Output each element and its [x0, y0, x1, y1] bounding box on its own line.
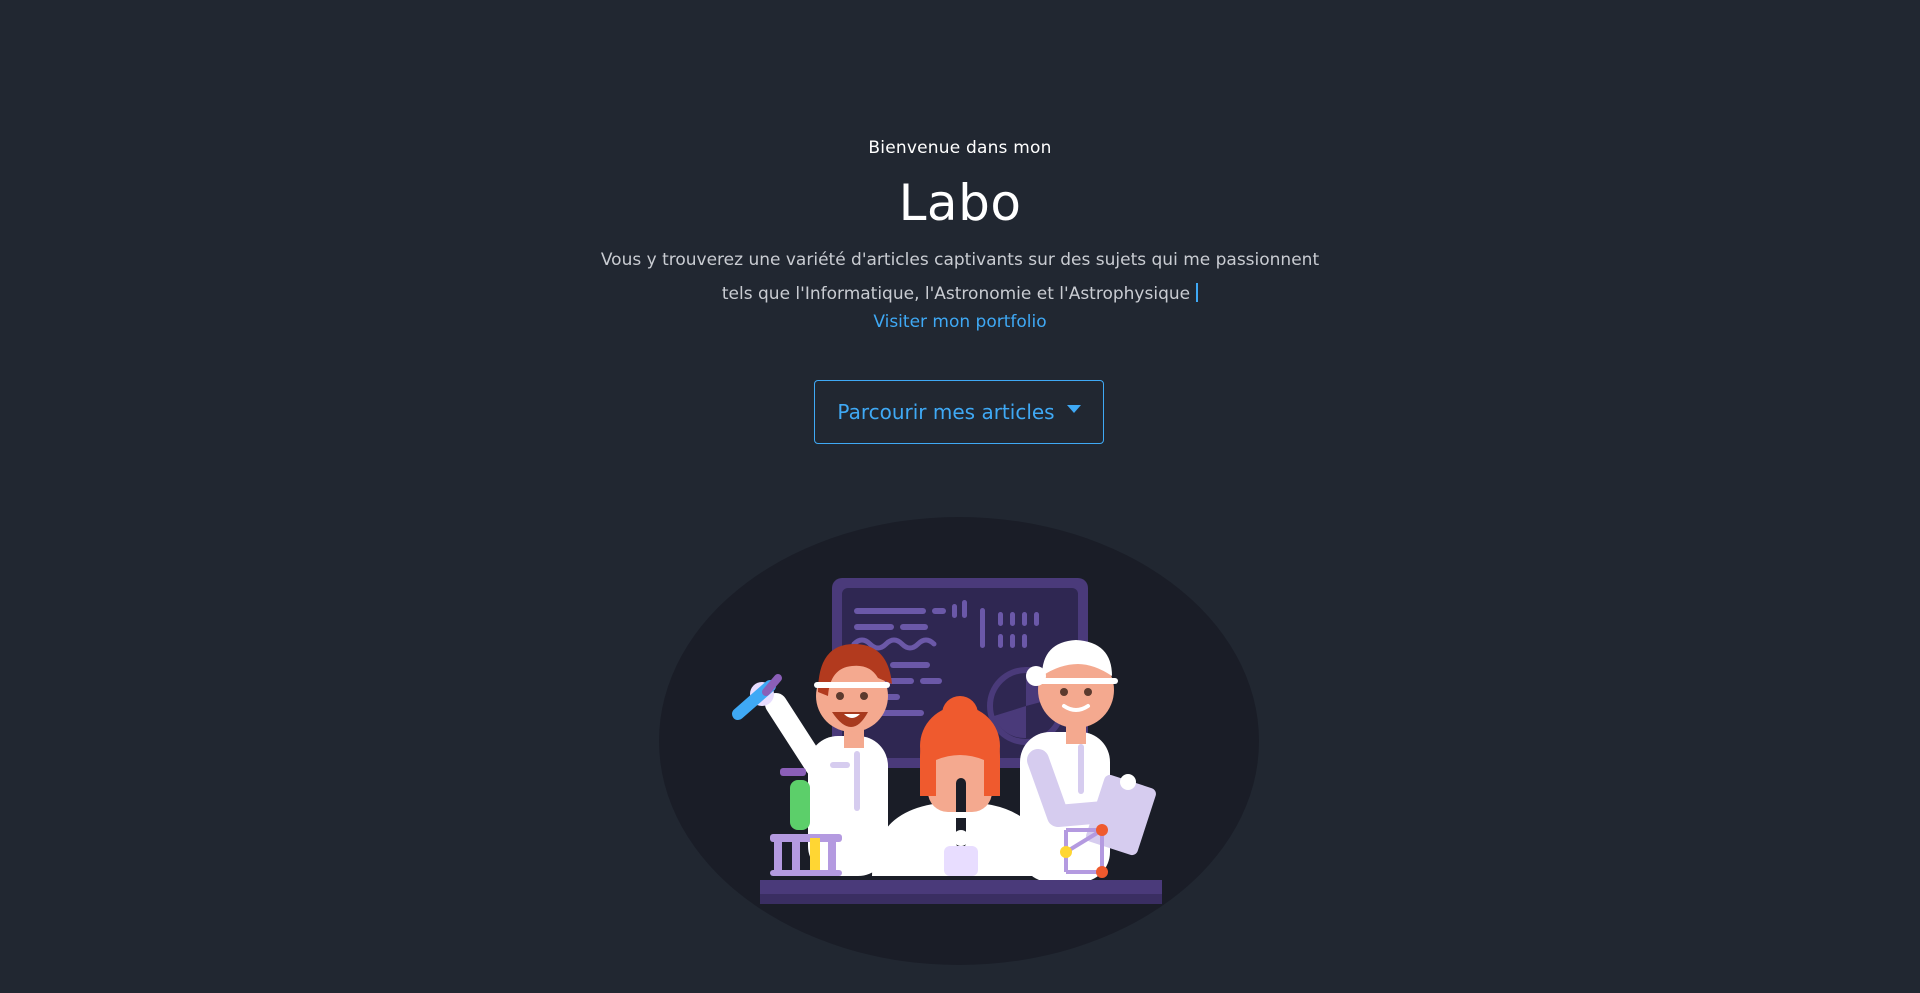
lab-illustration [659, 517, 1259, 965]
lab-table-edge [760, 894, 1162, 904]
description-line-2-text: tels que l'Informatique, l'Astronomie et… [721, 284, 1191, 304]
page-title: Labo [898, 174, 1022, 232]
browse-articles-button[interactable]: Parcourir mes articles [814, 380, 1104, 444]
caret-down-icon [1066, 405, 1081, 413]
description-line-2: tels que l'Informatique, l'Astronomie et… [0, 283, 1920, 304]
description-line-1: Vous y trouverez une variété d'articles … [600, 250, 1320, 270]
portfolio-link[interactable]: Visiter mon portfolio [873, 312, 1046, 332]
lab-table [760, 880, 1162, 894]
typing-cursor [1196, 283, 1199, 302]
portfolio-link-row: Visiter mon portfolio [0, 312, 1920, 332]
landing-page: Bienvenue dans mon Labo Vous y trouverez… [0, 0, 1920, 993]
welcome-text: Bienvenue dans mon [868, 138, 1052, 158]
browse-articles-label: Parcourir mes articles [837, 400, 1055, 424]
